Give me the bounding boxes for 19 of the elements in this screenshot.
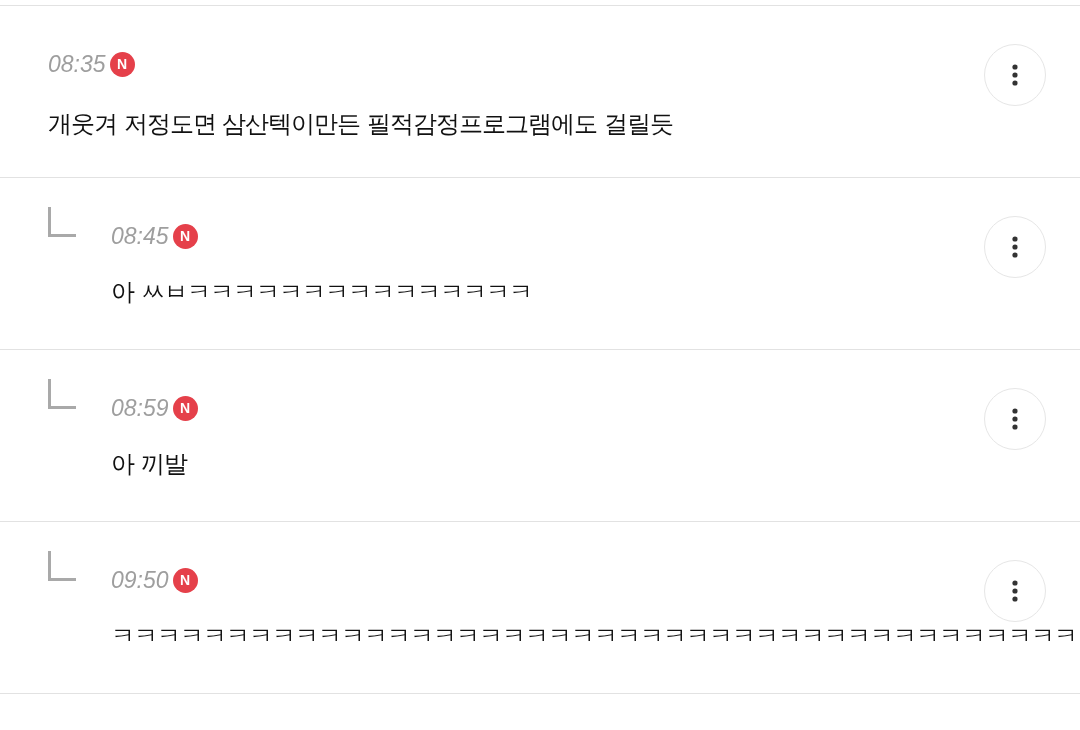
new-badge: N (172, 395, 198, 421)
comment-time: 08:59 (111, 394, 169, 423)
comment-text: 아 ㅆㅂㅋㅋㅋㅋㅋㅋㅋㅋㅋㅋㅋㅋㅋㅋㅋ (111, 278, 533, 306)
comment-time: 09:50 (111, 566, 169, 595)
reply-corner-icon (48, 379, 76, 409)
new-badge: N (172, 223, 198, 249)
comment-time: 08:35 (48, 50, 106, 79)
more-icon (1012, 580, 1018, 602)
more-icon (1012, 64, 1018, 86)
comment-text: 아 끼발 (111, 450, 189, 478)
comment-time: 08:45 (111, 222, 169, 251)
comment-text: ㅋㅋㅋㅋㅋㅋㅋㅋㅋㅋㅋㅋㅋㅋㅋㅋㅋㅋㅋㅋㅋㅋㅋㅋㅋㅋㅋㅋㅋㅋㅋㅋㅋㅋㅋㅋㅋㅋㅋㅋㅋㅋ (111, 622, 1078, 650)
more-icon (1012, 236, 1018, 258)
reply-corner-icon (48, 207, 76, 237)
new-badge: N (109, 51, 135, 77)
comment-text: 개웃겨 저정도면 삼산텍이만든 필적감정프로그램에도 걸릴듯 (48, 110, 674, 138)
reply-corner-icon (48, 551, 76, 581)
new-badge: N (172, 567, 198, 593)
more-icon (1012, 408, 1018, 430)
